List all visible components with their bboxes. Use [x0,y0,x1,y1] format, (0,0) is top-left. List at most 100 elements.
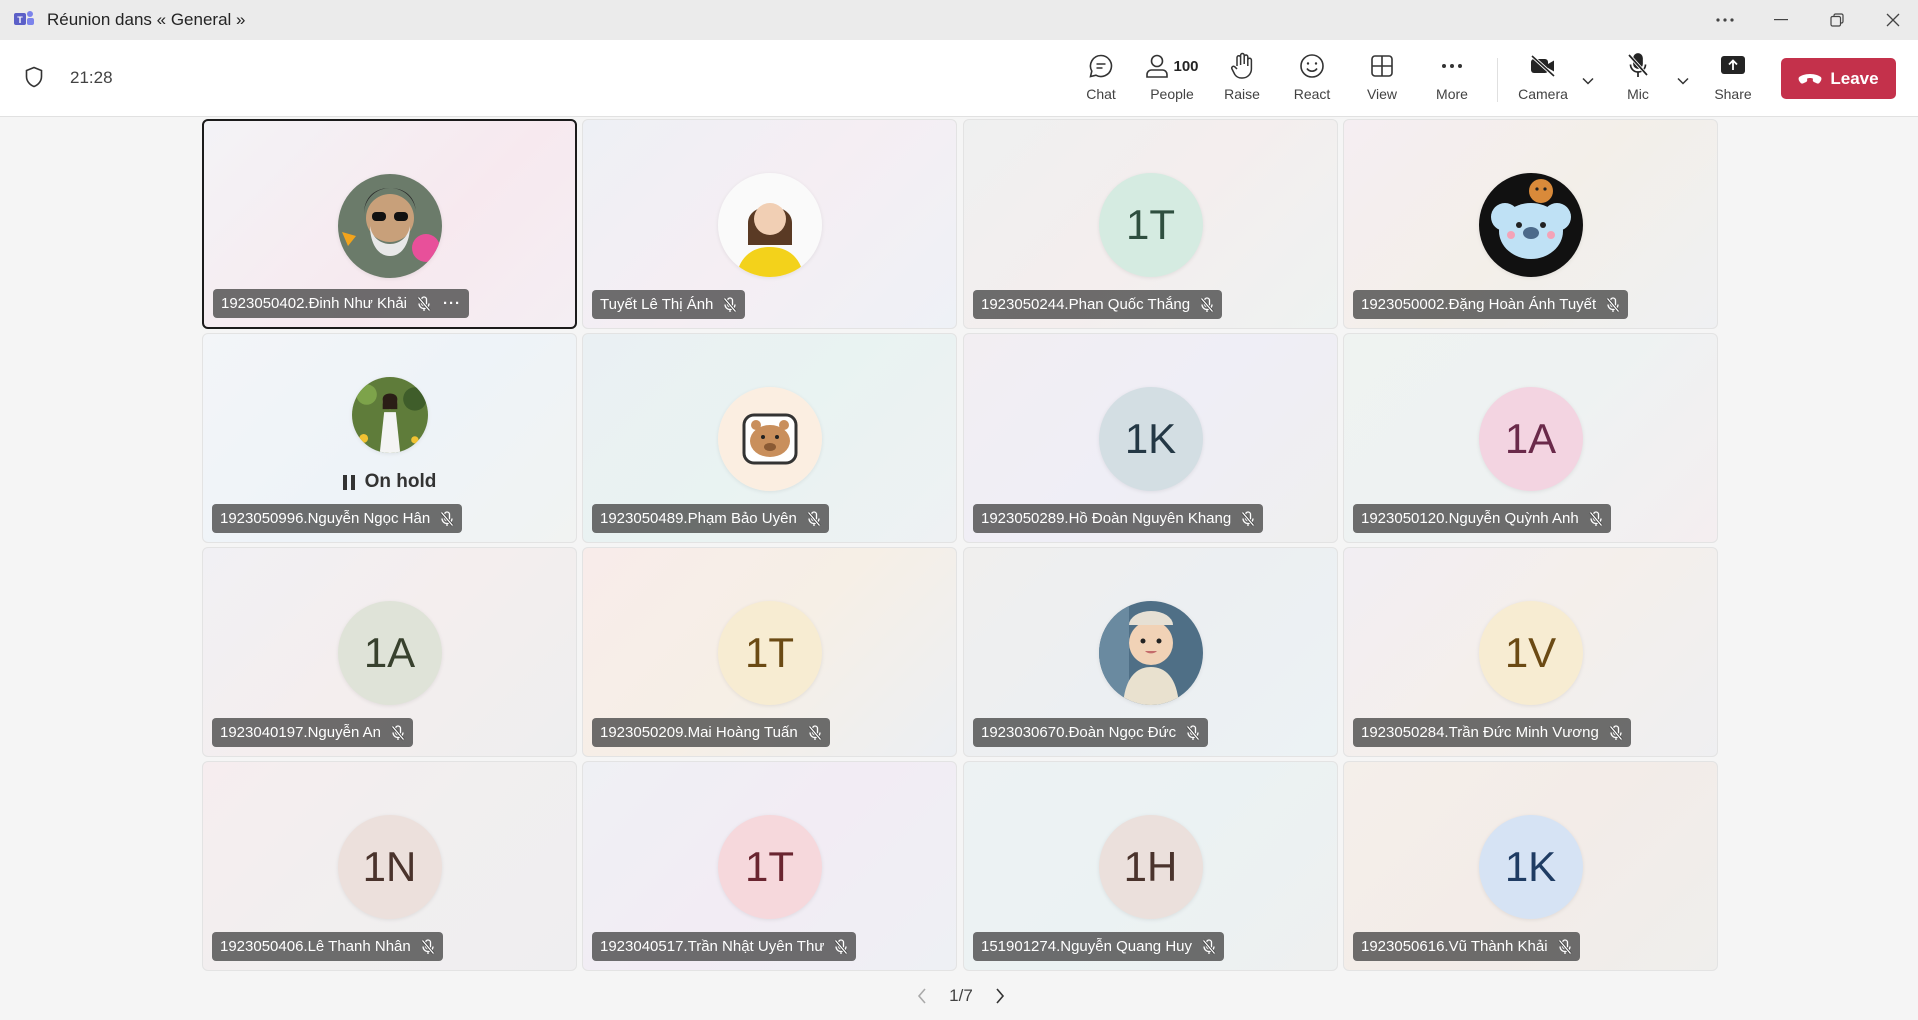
camera-options-chevron-icon[interactable] [1577,70,1599,92]
window-title: Réunion dans « General » [47,10,246,29]
share-button[interactable]: Share [1701,50,1765,110]
participant-name: 1923050406.Lê Thanh Nhân [220,938,411,955]
participant-name: 1923050289.Hồ Đoàn Nguyên Khang [981,510,1232,527]
participant-name-tag: 1923050209.Mai Hoàng Tuấn [592,718,830,747]
more-dots-icon [1442,64,1462,68]
participant-tile[interactable]: 1T 1923040517.Trần Nhật Uyên Thư [582,761,957,971]
participant-name: 1923030670.Đoàn Ngọc Đức [981,724,1177,741]
avatar-koala-cartoon [1478,173,1583,277]
participant-tile[interactable]: 1923050002.Đặng Hoàn Ánh Tuyết [1343,119,1718,329]
participant-tile[interactable]: 1T 1923050209.Mai Hoàng Tuấn [582,547,957,757]
svg-text:T: T [17,15,23,25]
status-label: On hold [364,471,437,492]
view-button[interactable]: View [1350,50,1414,110]
more-options-icon[interactable] [1702,0,1748,40]
close-icon[interactable] [1870,0,1916,40]
participant-tile[interactable]: 1923030670.Đoàn Ngọc Đức [963,547,1338,757]
participant-name-tag: Tuyết Lê Thị Ánh [592,290,746,319]
participant-name: 1923040517.Trần Nhật Uyên Thư [600,938,825,955]
shield-icon[interactable] [24,66,44,88]
minimize-icon[interactable] [1758,0,1804,40]
restore-icon[interactable] [1814,0,1860,40]
title-bar: T Réunion dans « General » [0,0,1918,40]
mic-muted-icon [1557,938,1572,954]
avatar-woman-yellow [717,173,822,277]
participant-tile[interactable]: 1K 1923050616.Vũ Thành Khải [1343,761,1718,971]
participant-name-tag: 1923050616.Vũ Thành Khải [1353,932,1580,961]
participant-tile[interactable]: 1A 1923050120.Nguyễn Quỳnh Anh [1343,333,1718,543]
avatar-initials: 1T [1098,173,1203,277]
avatar-initials: 1N [337,815,442,919]
participant-name-tag: 1923050002.Đặng Hoàn Ánh Tuyết [1353,290,1629,319]
participant-name: 1923050002.Đặng Hoàn Ánh Tuyết [1361,296,1597,313]
avatar-baby [1098,601,1203,705]
page-indicator: 1/7 [949,986,973,1005]
pagination: 1/7 [916,982,1006,1010]
participant-tile[interactable]: 1N 1923050406.Lê Thanh Nhân [202,761,577,971]
mic-muted-icon [807,510,821,526]
people-count: 100 [1173,57,1199,75]
avatar-glasses-beard [337,174,442,278]
mic-muted-icon [1609,724,1623,740]
teams-logo-icon: T [14,11,34,25]
participant-name-tag: 1923050244.Phan Quốc Thắng [973,290,1223,319]
avatar-initials: 1A [1478,387,1583,491]
avatar-initials: 1H [1098,815,1203,919]
people-button[interactable]: 100 People [1140,50,1204,110]
mic-options-chevron-icon[interactable] [1672,70,1694,92]
participant-name-tag: 1923050996.Nguyễn Ngọc Hân [212,504,463,533]
camera-button[interactable]: Camera [1511,50,1575,110]
participant-name-tag: 1923040197.Nguyễn An [212,718,413,747]
participant-tile[interactable]: 1T 1923050244.Phan Quốc Thắng [963,119,1338,329]
participant-name: 1923050244.Phan Quốc Thắng [981,296,1191,313]
participant-tile[interactable]: Tuyết Lê Thị Ánh [582,119,957,329]
mic-muted-icon [834,938,849,954]
participant-tile[interactable]: 1H 151901274.Nguyễn Quang Huy [963,761,1338,971]
previous-page-icon[interactable] [916,987,928,1005]
participant-name-tag: 1923030670.Đoàn Ngọc Đức [973,718,1209,747]
participant-name-tag: 1923050489.Phạm Bảo Uyên [592,504,829,533]
chat-button[interactable]: Chat [1069,50,1133,110]
leave-button[interactable]: Leave [1781,58,1896,99]
mic-muted-icon [1186,724,1200,740]
participant-tile[interactable]: On hold 1923050996.Nguyễn Ngọc Hân [202,333,577,543]
mic-muted-icon [417,295,431,311]
participant-name: 1923050616.Vũ Thành Khải [1361,938,1548,955]
raise-hand-icon [1231,52,1253,79]
hang-up-icon [1798,73,1822,84]
participant-options-icon[interactable]: ··· [443,295,461,312]
mic-muted-icon [1606,296,1620,312]
meeting-timer: 21:28 [70,68,113,87]
mic-muted-icon [421,938,435,954]
smiley-icon [1300,54,1324,78]
react-button[interactable]: React [1280,50,1344,110]
more-button[interactable]: More [1420,50,1484,110]
participant-name: 1923050284.Trần Đức Minh Vương [1361,724,1599,741]
raise-hand-button[interactable]: Raise [1210,50,1274,110]
participant-name-tag: 1923040517.Trần Nhật Uyên Thư [592,932,857,961]
pause-icon [342,474,355,490]
participant-tile[interactable]: 1923050489.Phạm Bảo Uyên [582,333,957,543]
participant-tile[interactable]: 1V 1923050284.Trần Đức Minh Vương [1343,547,1718,757]
next-page-icon[interactable] [994,987,1006,1005]
participant-name: 1923050996.Nguyễn Ngọc Hân [220,510,431,527]
mic-button[interactable]: Mic [1606,50,1670,110]
participant-name: 1923050120.Nguyễn Quỳnh Anh [1361,510,1579,527]
participant-name: 1923050489.Phạm Bảo Uyên [600,510,797,527]
participant-name-tag: 1923050406.Lê Thanh Nhân [212,932,443,961]
participant-tile[interactable]: 1K 1923050289.Hồ Đoàn Nguyên Khang [963,333,1338,543]
chat-icon [1089,54,1113,78]
avatar-capybara-sticker [717,387,822,491]
participant-tile[interactable]: 1A 1923040197.Nguyễn An [202,547,577,757]
mic-muted-icon [391,724,405,740]
participant-tile[interactable]: 1923050402.Đinh Như Khải ··· [202,119,577,329]
participant-name-tag: 1923050284.Trần Đức Minh Vương [1353,718,1631,747]
mic-muted-icon [808,724,822,740]
share-screen-icon [1721,56,1745,74]
avatar-initials: 1K [1098,387,1203,491]
participant-name-tag: 1923050402.Đinh Như Khải ··· [213,289,470,318]
participant-name-tag: 1923050289.Hồ Đoàn Nguyên Khang [973,504,1264,533]
participant-name: 1923050402.Đinh Như Khải [221,295,408,312]
mic-muted-icon [440,510,454,526]
participant-name: Tuyết Lê Thị Ánh [600,296,714,313]
